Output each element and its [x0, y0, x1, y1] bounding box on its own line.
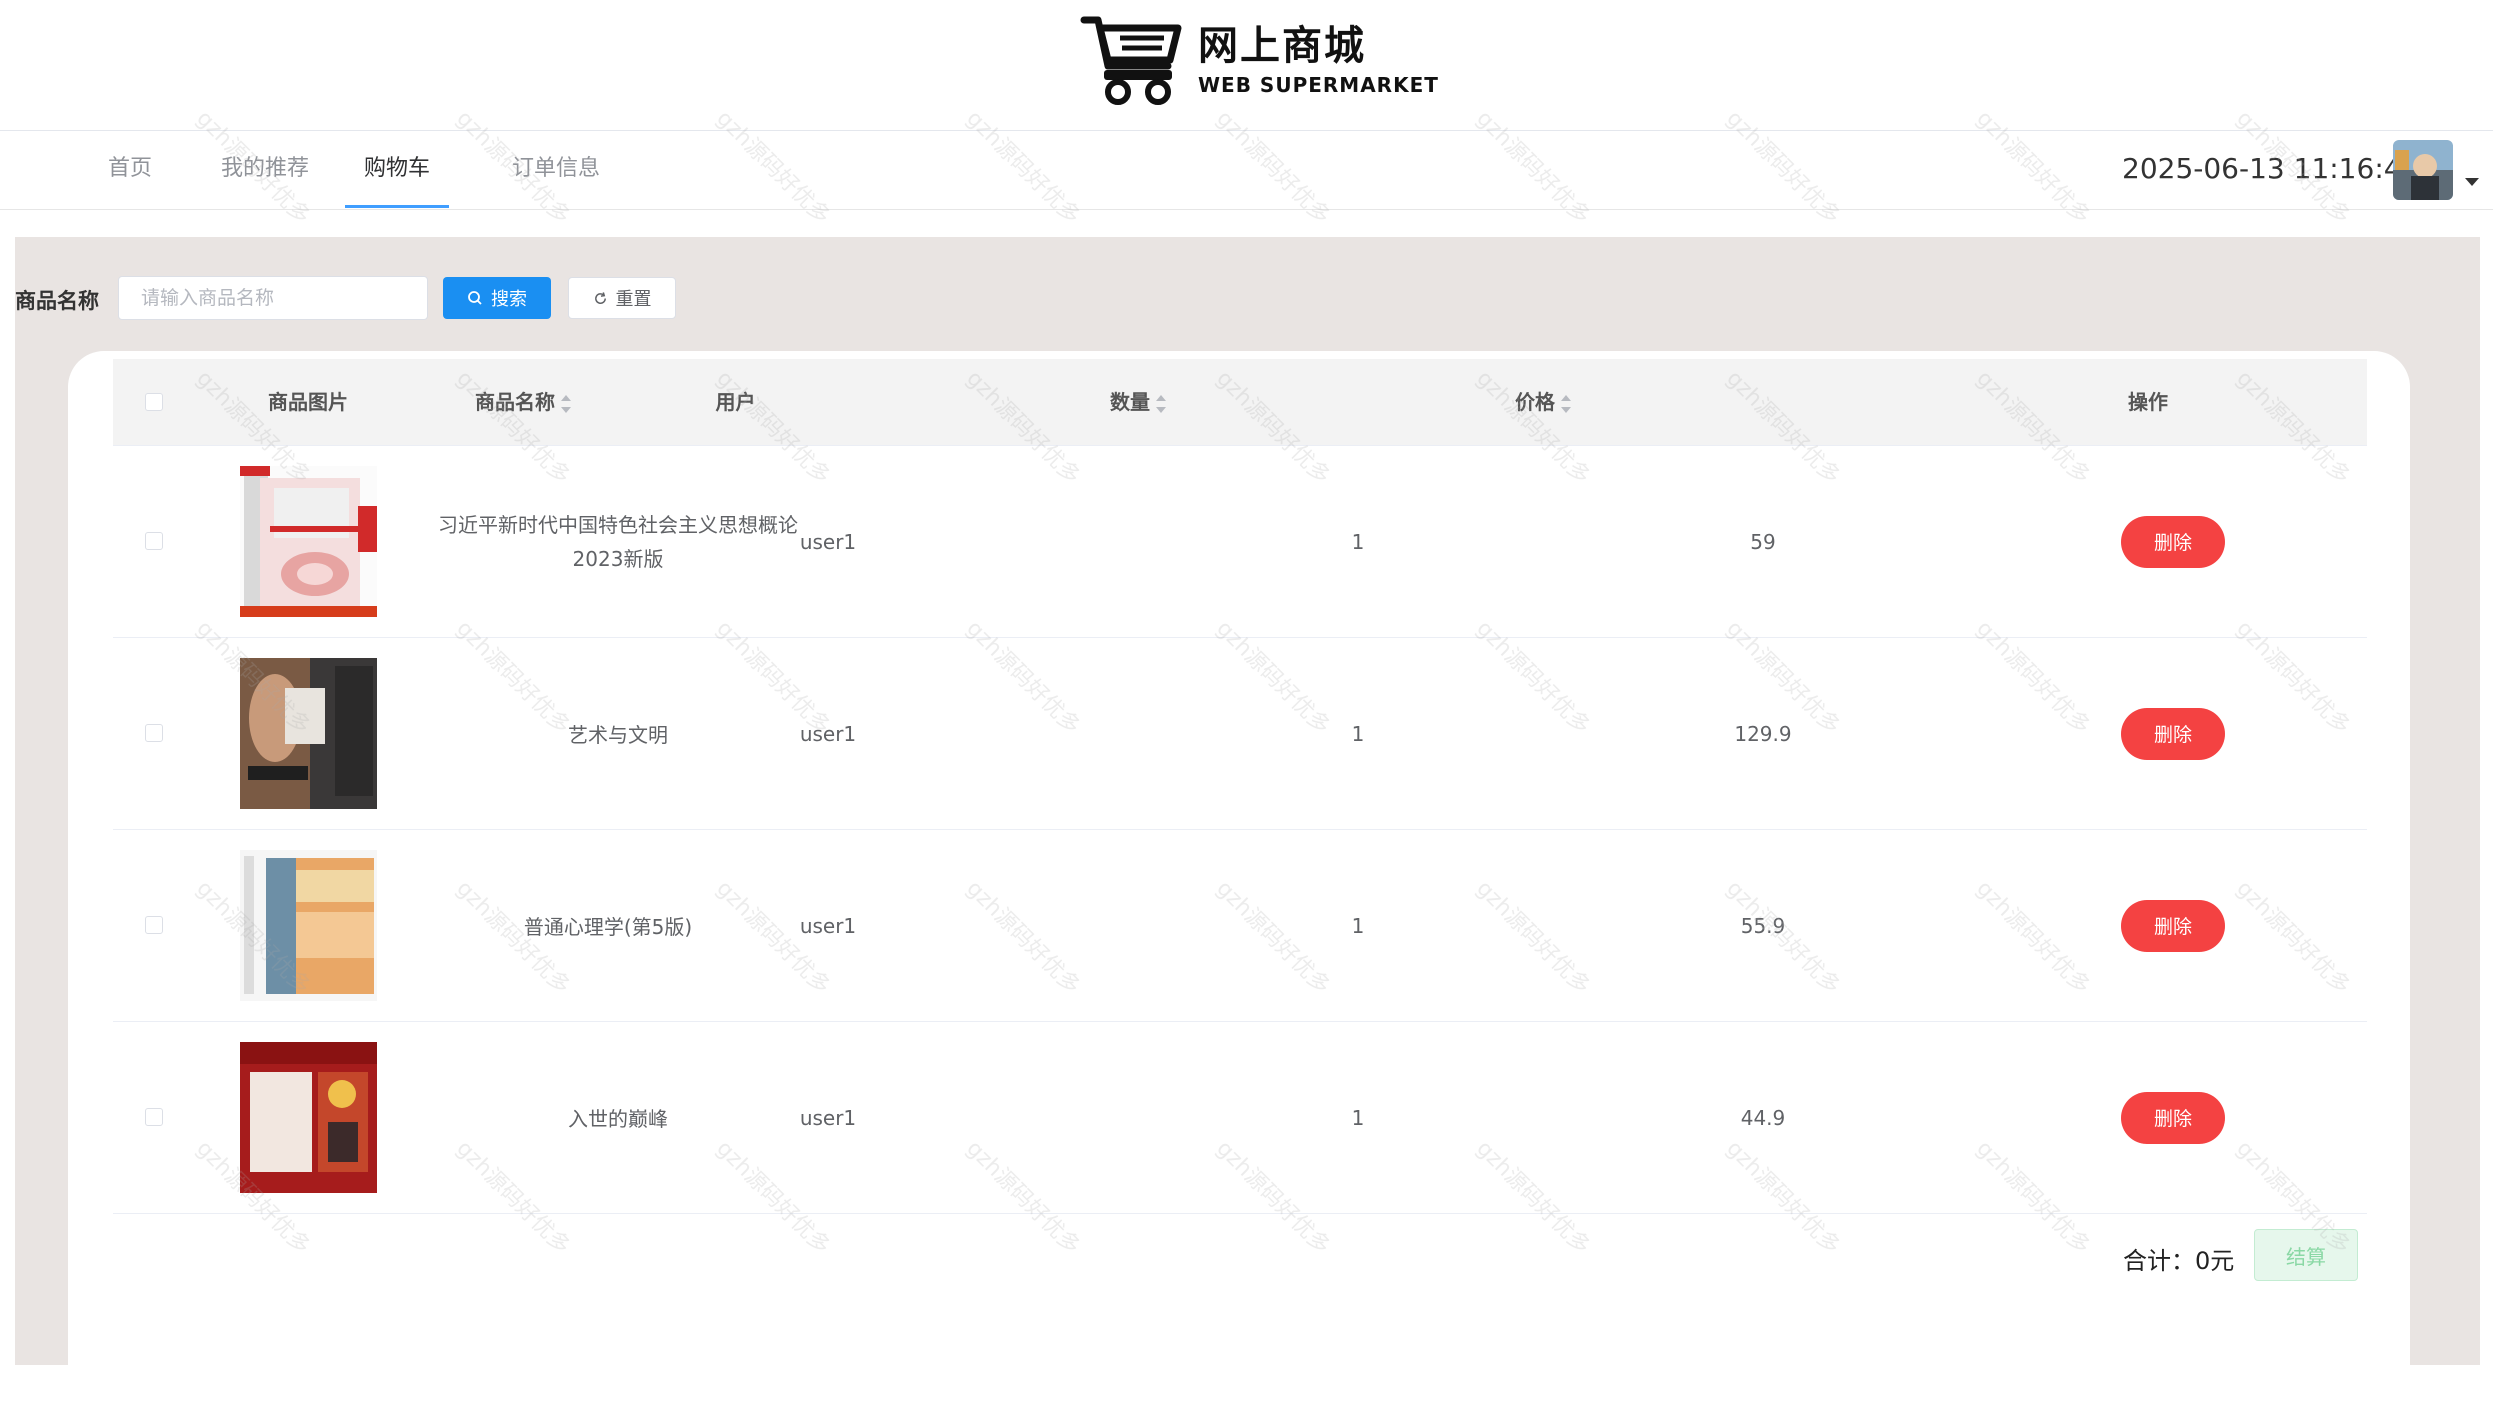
search-input[interactable]: [118, 276, 428, 320]
table-row: 入世的巅峰 user1 1 44.9 删除: [113, 1022, 2367, 1214]
product-image: [239, 850, 377, 1001]
delete-button[interactable]: 删除: [2121, 515, 2225, 568]
site-logo[interactable]: 网上商城 WEB SUPERMARKET: [1080, 12, 1439, 107]
reset-button-label: 重置: [615, 289, 652, 310]
table-row: 艺术与文明 user1 1 129.9 删除: [113, 638, 2367, 830]
product-image-cell: [203, 446, 413, 637]
header-user: 用户: [715, 390, 756, 414]
chevron-down-icon[interactable]: [2465, 178, 2479, 186]
action-cell: 删除: [1973, 830, 2373, 1021]
product-price: 59: [1750, 529, 1776, 554]
cart-total: 合计：0元: [2123, 1247, 2235, 1275]
sort-icon[interactable]: [1561, 394, 1571, 413]
product-price: 44.9: [1740, 1105, 1786, 1130]
table-row: 习近平新时代中国特色社会主义思想概论 2023新版 user1 1 59 删除: [113, 446, 2367, 638]
table-header: 商品图片 商品名称 用户 数量 价格 操作: [113, 359, 2367, 446]
search-icon: [467, 290, 483, 306]
cart-table: 商品图片 商品名称 用户 数量 价格 操作 习近平新时代中国特色社会主义思想概论…: [113, 359, 2367, 1214]
header-name-label: 商品名称: [475, 390, 555, 414]
reset-button[interactable]: 重置: [568, 277, 676, 319]
product-image-cell: [203, 638, 413, 829]
avatar[interactable]: [2393, 140, 2453, 200]
refresh-icon: [593, 291, 608, 306]
product-count: 1: [1351, 913, 1365, 938]
header-image: 商品图片: [268, 390, 348, 414]
checkout-button[interactable]: 结算: [2254, 1229, 2358, 1281]
logo-title: 网上商城: [1198, 22, 1366, 69]
current-datetime: 2025-06-13 11:16:45: [2122, 152, 2420, 185]
header-price-label: 价格: [1515, 390, 1555, 414]
sort-icon[interactable]: [561, 394, 571, 413]
action-cell: 删除: [1973, 638, 2373, 829]
product-count: 1: [1351, 721, 1365, 746]
cart-card: 商品图片 商品名称 用户 数量 价格 操作 习近平新时代中国特色社会主义思想概论…: [68, 351, 2410, 1411]
search-label: 商品名称: [15, 289, 99, 313]
product-image: [239, 1042, 377, 1193]
row-checkbox[interactable]: [145, 724, 163, 742]
top-nav: 首页 我的推荐 购物车 订单信息: [0, 130, 2493, 210]
product-user: user1: [799, 529, 857, 554]
shopping-cart-icon: [1080, 16, 1182, 105]
delete-button[interactable]: 删除: [2121, 1091, 2225, 1144]
header-action: 操作: [2128, 390, 2168, 414]
header-count-label: 数量: [1110, 390, 1150, 414]
select-all-checkbox[interactable]: [145, 393, 163, 411]
nav-item-recommend[interactable]: 我的推荐: [210, 131, 320, 207]
product-count: 1: [1351, 1105, 1365, 1130]
search-button[interactable]: 搜索: [443, 277, 551, 319]
main-content: 商品名称 搜索 重置 商品图片 商品名称 用户 数量 价格 操作: [15, 237, 2480, 1411]
product-image: [239, 466, 377, 617]
row-checkbox[interactable]: [145, 916, 163, 934]
product-image-cell: [203, 1022, 413, 1213]
header-price[interactable]: 价格: [1438, 359, 1648, 445]
product-image-cell: [203, 830, 413, 1021]
product-user: user1: [799, 721, 857, 746]
product-image: [239, 658, 377, 809]
nav-item-orders[interactable]: 订单信息: [500, 131, 612, 207]
delete-button[interactable]: 删除: [2121, 707, 2225, 760]
sort-icon[interactable]: [1156, 394, 1166, 413]
nav-item-cart[interactable]: 购物车: [345, 131, 449, 208]
product-price: 55.9: [1740, 913, 1786, 938]
row-checkbox[interactable]: [145, 1108, 163, 1126]
nav-item-home[interactable]: 首页: [93, 131, 167, 207]
logo-header: 网上商城 WEB SUPERMARKET: [0, 0, 2493, 130]
row-checkbox[interactable]: [145, 532, 163, 550]
logo-subtitle: WEB SUPERMARKET: [1198, 72, 1439, 97]
header-count[interactable]: 数量: [838, 359, 1438, 445]
product-price: 129.9: [1734, 721, 1792, 746]
product-user: user1: [799, 1105, 857, 1130]
action-cell: 删除: [1973, 1022, 2373, 1213]
table-row: 普通心理学(第5版) user1 1 55.9 删除: [113, 830, 2367, 1022]
header-name[interactable]: 商品名称: [413, 359, 633, 445]
avatar-image: [2393, 140, 2453, 200]
delete-button[interactable]: 删除: [2121, 899, 2225, 952]
product-user: user1: [799, 913, 857, 938]
action-cell: 删除: [1973, 446, 2373, 637]
search-button-label: 搜索: [491, 289, 527, 310]
product-count: 1: [1351, 529, 1365, 554]
